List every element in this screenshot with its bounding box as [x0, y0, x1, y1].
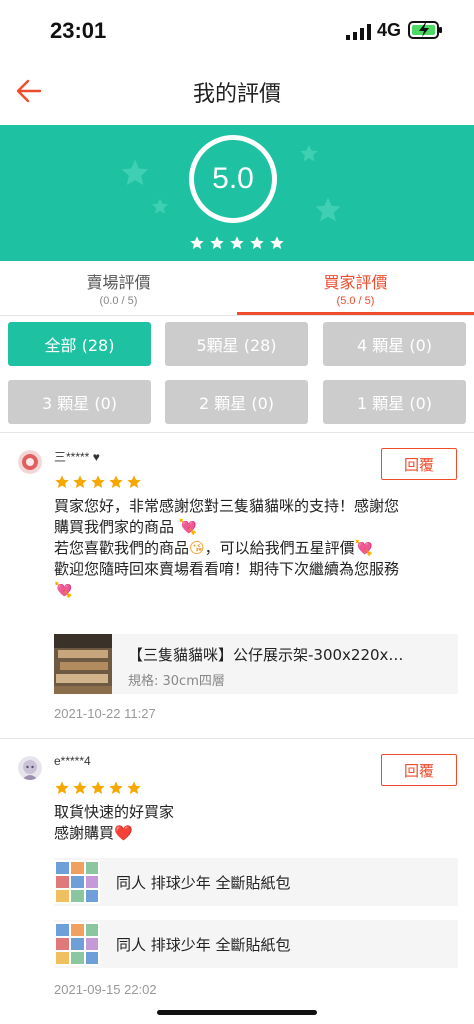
product-thumbnail — [54, 860, 100, 904]
network-type: 4G — [377, 20, 402, 40]
reply-button[interactable]: 回覆 — [381, 754, 457, 786]
product-card[interactable]: 【三隻貓貓咪】公仔展示架-300x220x… 規格: 30cm四層 — [54, 634, 458, 694]
reviewer-name: e*****4 — [54, 754, 91, 768]
divider — [0, 315, 474, 316]
status-time: 23:01 — [50, 18, 107, 43]
review-line: 感謝購買❤️ — [54, 824, 133, 842]
home-indicator[interactable] — [157, 1010, 317, 1015]
review-line: 購買我們家的商品 💘 — [54, 518, 198, 536]
filter-1-star[interactable]: 1 顆星 (0) — [323, 380, 466, 424]
review-date: 2021-10-22 11:27 — [54, 706, 156, 721]
review-date: 2021-09-15 22:02 — [54, 982, 157, 997]
review-stars — [55, 781, 141, 795]
review-line: 買家您好，非常感謝您對三隻貓貓咪的支持！感謝您 — [54, 497, 400, 515]
tab-label: 買家評價 — [323, 273, 388, 292]
kiss-face-icon: 😘 — [189, 539, 205, 557]
decor-star-icon — [121, 159, 149, 185]
review-text: 取貨快速的好買家 感謝購買❤️ — [54, 802, 464, 844]
star-icon — [270, 236, 284, 250]
avatar[interactable] — [18, 756, 42, 780]
rating-summary-banner: 5.0 — [0, 125, 474, 261]
overall-score: 5.0 — [212, 162, 254, 195]
review-text: 買家您好，非常感謝您對三隻貓貓咪的支持！感謝您 購買我們家的商品 💘 若您喜歡我… — [54, 496, 464, 601]
avatar[interactable] — [18, 450, 42, 474]
product-name: 同人 排球少年 全斷貼紙包 — [116, 874, 291, 892]
review-line: 若您喜歡我們的商品😘，可以給我們五星評價💘 — [54, 539, 374, 557]
divider — [0, 432, 474, 433]
tab-sub: (0.0 / 5) — [99, 295, 138, 307]
nav-bar: 我的評價 — [0, 62, 474, 120]
filter-3-star[interactable]: 3 顆星 (0) — [8, 380, 151, 424]
star-icon — [190, 236, 204, 250]
filter-2-star[interactable]: 2 顆星 (0) — [165, 380, 308, 424]
review-line: 歡迎您隨時回來賣場看看唷！期待下次繼續為您服務 — [54, 560, 400, 578]
heart-icon: ♥ — [89, 450, 100, 464]
heart-arrow-icon: 💘 — [54, 581, 73, 599]
battery-charging-icon — [408, 21, 442, 39]
product-card[interactable]: 同人 排球少年 全斷貼紙包 — [54, 858, 458, 906]
heart-arrow-icon: 💘 — [354, 539, 374, 557]
star-filters: 全部 (28) 5顆星 (28) 4 顆星 (0) 3 顆星 (0) 2 顆星 … — [0, 322, 474, 430]
tab-label: 賣場評價 — [86, 273, 151, 292]
tab-shop-ratings[interactable]: 賣場評價 (0.0 / 5) — [0, 261, 237, 315]
divider — [0, 738, 474, 739]
page-title: 我的評價 — [192, 82, 281, 107]
review-stars — [55, 475, 141, 489]
reviewer-name: 三***** ♥ — [54, 450, 100, 464]
heart-arrow-icon: 💘 — [178, 518, 198, 536]
star-icon — [210, 236, 224, 250]
reply-button[interactable]: 回覆 — [381, 448, 457, 480]
star-icon — [230, 236, 244, 250]
tab-buyer-ratings[interactable]: 買家評價 (5.0 / 5) — [237, 261, 474, 315]
status-bar: 23:01 4G — [0, 0, 474, 62]
decor-star-icon — [315, 197, 341, 222]
product-name: 【三隻貓貓咪】公仔展示架-300x220x… — [128, 646, 404, 664]
review-line: 取貨快速的好買家 — [54, 803, 175, 821]
product-name: 同人 排球少年 全斷貼紙包 — [116, 936, 291, 954]
product-spec: 規格: 30cm四層 — [128, 674, 225, 689]
summary-stars — [190, 236, 284, 250]
score-ring: 5.0 — [189, 135, 277, 223]
decor-star-icon — [152, 198, 168, 214]
filter-4-star[interactable]: 4 顆星 (0) — [323, 322, 466, 366]
filter-all[interactable]: 全部 (28) — [8, 322, 151, 366]
rating-tabs: 賣場評價 (0.0 / 5) 買家評價 (5.0 / 5) — [0, 261, 474, 315]
product-card[interactable]: 同人 排球少年 全斷貼紙包 — [54, 920, 458, 968]
tab-sub: (5.0 / 5) — [336, 295, 375, 307]
heart-icon: ❤️ — [114, 824, 133, 842]
star-icon — [250, 236, 264, 250]
product-thumbnail — [54, 634, 112, 694]
product-thumbnail — [54, 922, 100, 966]
filter-5-star[interactable]: 5顆星 (28) — [165, 322, 308, 366]
signal-icon — [346, 24, 371, 40]
decor-star-icon — [300, 144, 318, 162]
